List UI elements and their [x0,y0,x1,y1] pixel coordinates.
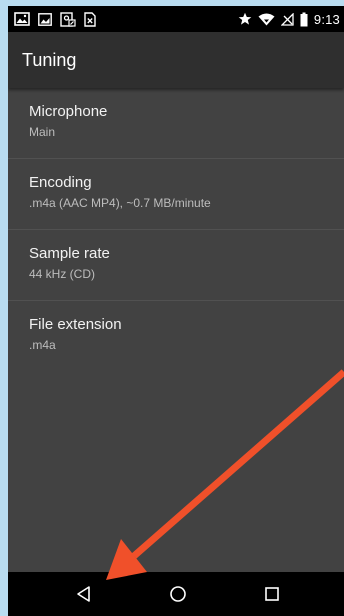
sim-card-icon [84,11,96,27]
preference-list: Microphone Main Encoding .m4a (AAC MP4),… [8,88,344,371]
wifi-icon [258,13,275,25]
pref-sample-rate[interactable]: Sample rate 44 kHz (CD) [8,230,344,301]
clock: 9:13 [313,11,340,27]
status-bar-system: 9:13 [238,6,340,32]
pref-microphone[interactable]: Microphone Main [8,88,344,159]
no-signal-icon [280,12,294,26]
pref-encoding[interactable]: Encoding .m4a (AAC MP4), ~0.7 MB/minute [8,159,344,230]
back-icon[interactable] [74,584,94,604]
app-bar: Tuning [8,32,344,88]
image-icon [14,12,30,26]
pref-title: Sample rate [29,245,110,262]
pref-title: Microphone [29,103,108,120]
pref-summary: 44 kHz (CD) [29,267,96,281]
navigation-bar [8,572,344,616]
status-bar: 9:13 [8,6,344,32]
home-icon[interactable] [168,584,188,604]
pref-title: File extension [29,316,122,333]
recents-icon[interactable] [262,584,282,604]
page-title: Tuning [22,50,77,70]
pref-file-extension[interactable]: File extension .m4a [8,301,344,371]
phone-screen: 9:13 Tuning Microphone Main Encoding .m4… [8,6,344,616]
pref-summary: Main [29,125,56,139]
pref-summary: .m4a (AAC MP4), ~0.7 MB/minute [29,196,211,210]
location-off-icon [60,11,76,27]
gallery-icon [38,12,52,26]
status-bar-notifications [14,6,96,32]
star-icon [238,12,252,25]
pref-title: Encoding [29,174,92,191]
battery-icon [300,12,308,26]
pref-summary: .m4a [29,338,56,352]
